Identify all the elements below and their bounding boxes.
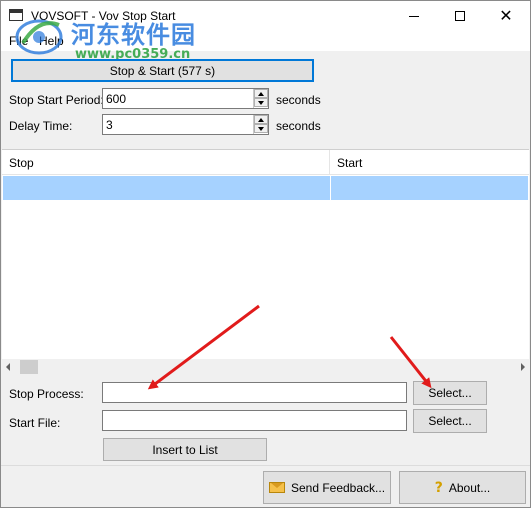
spin-up-button[interactable] (254, 89, 268, 98)
scroll-left-icon[interactable] (6, 363, 10, 371)
arrow-down-icon (258, 126, 264, 131)
stop-process-label: Stop Process: (9, 387, 84, 401)
horizontal-scrollbar[interactable] (2, 359, 529, 375)
stop-start-period-unit: seconds (276, 93, 321, 107)
scroll-thumb[interactable] (20, 360, 38, 374)
app-window: VOVSOFT - Vov Stop Start ✕ File Help 河东软… (0, 0, 531, 508)
column-header-start[interactable]: Start (330, 150, 529, 175)
stop-process-select-button[interactable]: Select... (413, 381, 487, 405)
send-feedback-label: Send Feedback... (290, 480, 386, 495)
title-bar[interactable]: VOVSOFT - Vov Stop Start ✕ (1, 1, 530, 31)
maximize-icon (455, 11, 465, 21)
arrow-up-icon (258, 117, 264, 122)
about-label: About... (448, 480, 491, 495)
delay-time-value[interactable]: 3 (106, 118, 113, 132)
stop-start-list[interactable]: Stop Start (2, 149, 529, 375)
list-header: Stop Start (2, 150, 529, 175)
stop-start-period-spinner[interactable]: 600 (102, 88, 269, 109)
scroll-right-icon[interactable] (521, 363, 525, 371)
spinner-buttons (253, 115, 268, 134)
close-button[interactable]: ✕ (483, 1, 529, 31)
stop-start-period-value[interactable]: 600 (106, 92, 126, 106)
delay-time-spinner[interactable]: 3 (102, 114, 269, 135)
arrow-down-icon (258, 100, 264, 105)
stop-start-button[interactable]: Stop & Start (577 s) (11, 59, 314, 82)
delay-time-unit: seconds (276, 119, 321, 133)
question-mark-icon: ? (434, 479, 443, 496)
menu-bar: File Help (1, 31, 530, 51)
maximize-button[interactable] (437, 1, 483, 31)
start-file-input[interactable] (102, 410, 407, 431)
spin-up-button[interactable] (254, 115, 268, 124)
arrow-up-icon (258, 91, 264, 96)
spin-down-button[interactable] (254, 98, 268, 107)
list-row[interactable] (3, 176, 528, 200)
minimize-button[interactable] (391, 1, 437, 31)
window-title: VOVSOFT - Vov Stop Start (31, 9, 176, 23)
menu-file[interactable]: File (9, 34, 28, 48)
about-button[interactable]: ? About... (399, 471, 526, 504)
start-file-label: Start File: (9, 416, 61, 430)
stop-start-period-label: Stop Start Period: (9, 93, 104, 107)
envelope-icon (268, 482, 285, 493)
column-divider (330, 176, 331, 200)
column-header-stop[interactable]: Stop (2, 150, 330, 175)
start-file-select-button[interactable]: Select... (413, 409, 487, 433)
spin-down-button[interactable] (254, 124, 268, 133)
send-feedback-button[interactable]: Send Feedback... (263, 471, 391, 504)
close-icon: ✕ (499, 8, 513, 25)
menu-help[interactable]: Help (39, 34, 64, 48)
spinner-buttons (253, 89, 268, 108)
stop-process-input[interactable] (102, 382, 407, 403)
delay-time-label: Delay Time: (9, 119, 73, 133)
app-icon (9, 9, 23, 21)
insert-to-list-button[interactable]: Insert to List (103, 438, 267, 461)
minimize-icon (409, 15, 419, 17)
